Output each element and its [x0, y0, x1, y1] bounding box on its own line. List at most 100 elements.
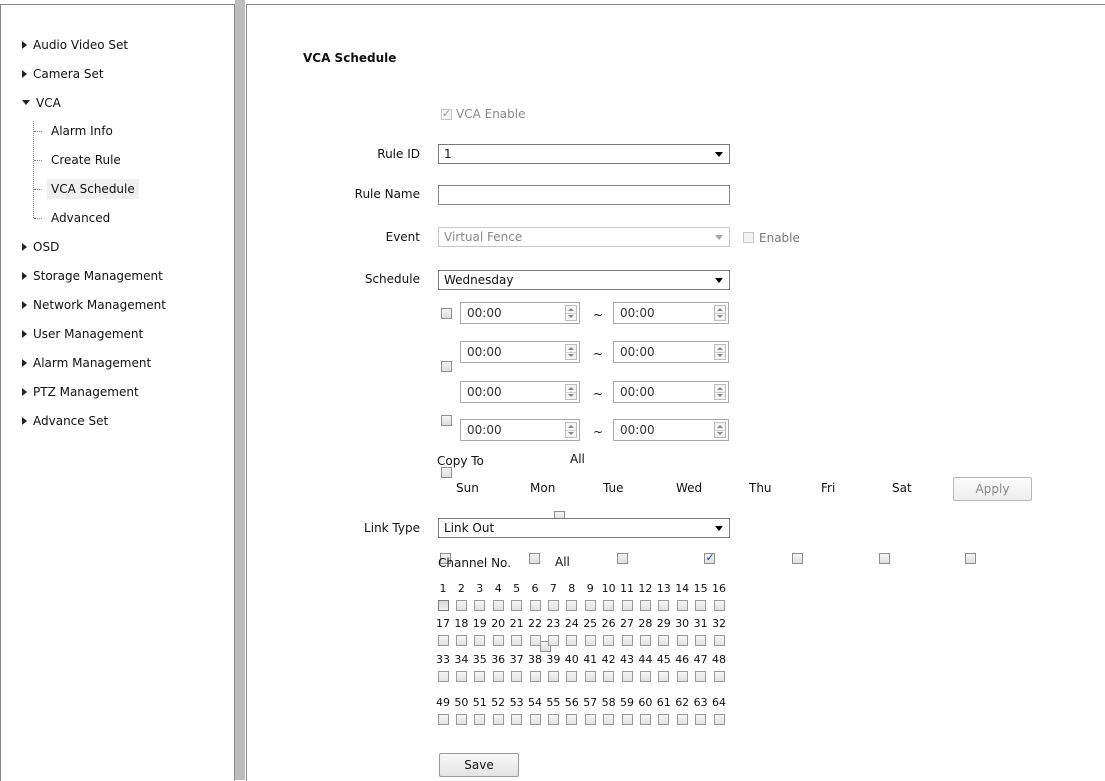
channel-checkbox[interactable] [511, 714, 523, 725]
channel-checkbox[interactable] [437, 635, 449, 646]
channel-checkbox[interactable] [713, 671, 725, 682]
tree-item-user-management[interactable]: User Management [22, 324, 143, 344]
channel-checkbox[interactable] [713, 635, 725, 646]
tree-item-storage-management[interactable]: Storage Management [22, 266, 163, 286]
period-checkbox[interactable] [441, 361, 452, 372]
channel-checkbox[interactable] [695, 600, 707, 611]
expand-arrow-icon[interactable] [22, 40, 27, 49]
end-time-input[interactable]: 00:00 [613, 419, 729, 441]
channel-checkbox[interactable] [511, 671, 523, 682]
day-checkbox-thu[interactable] [792, 553, 804, 564]
end-time-input[interactable]: 00:00 [613, 341, 729, 363]
event-select[interactable]: Virtual Fence [438, 227, 730, 247]
channel-checkbox[interactable] [639, 714, 651, 725]
channel-checkbox[interactable] [713, 714, 725, 725]
channel-checkbox[interactable] [639, 600, 651, 611]
checkbox-box[interactable] [441, 107, 452, 120]
start-time-input[interactable]: 00:00 [460, 381, 580, 403]
period-checkbox[interactable] [441, 308, 452, 319]
end-time-input[interactable]: 00:00 [613, 381, 729, 403]
channel-checkbox[interactable] [658, 714, 670, 725]
channel-checkbox[interactable] [455, 600, 467, 611]
channel-checkbox[interactable] [695, 714, 707, 725]
channel-checkbox[interactable] [547, 635, 559, 646]
channel-checkbox[interactable] [474, 714, 486, 725]
channel-checkbox[interactable] [529, 671, 541, 682]
expand-arrow-icon[interactable] [22, 300, 27, 309]
expand-arrow-icon[interactable] [22, 416, 27, 425]
channel-checkbox[interactable] [621, 600, 633, 611]
expand-arrow-icon[interactable] [22, 69, 27, 78]
channel-checkbox[interactable] [639, 671, 651, 682]
day-checkbox-fri[interactable] [879, 553, 891, 564]
spinner-arrows-icon[interactable] [565, 384, 577, 400]
checkbox-box[interactable] [743, 232, 754, 243]
channel-checkbox[interactable] [621, 714, 633, 725]
channel-checkbox[interactable] [584, 714, 596, 725]
tree-item-advance-set[interactable]: Advance Set [22, 411, 108, 431]
channel-checkbox[interactable] [511, 635, 523, 646]
spinner-arrows-icon[interactable] [714, 305, 726, 321]
rule-id-select[interactable]: 1 [438, 144, 730, 164]
channel-checkbox[interactable] [621, 635, 633, 646]
expand-arrow-icon[interactable] [22, 358, 27, 367]
channel-checkbox[interactable] [437, 714, 449, 725]
channel-checkbox[interactable] [511, 600, 523, 611]
schedule-select[interactable]: Wednesday [438, 270, 730, 290]
channel-checkbox[interactable] [474, 671, 486, 682]
spinner-arrows-icon[interactable] [714, 384, 726, 400]
channel-checkbox[interactable] [437, 600, 449, 611]
tree-item-network-management[interactable]: Network Management [22, 295, 166, 315]
expand-arrow-icon[interactable] [22, 271, 27, 280]
save-button[interactable]: Save [439, 753, 519, 777]
channel-checkbox[interactable] [658, 635, 670, 646]
spinner-arrows-icon[interactable] [714, 344, 726, 360]
tree-item-vca[interactable]: VCA [22, 93, 61, 113]
spinner-arrows-icon[interactable] [714, 422, 726, 438]
tree-item-advanced[interactable]: Advanced [47, 208, 114, 228]
channel-checkbox[interactable] [492, 600, 504, 611]
tree-item-camera-set[interactable]: Camera Set [22, 64, 104, 84]
end-time-input[interactable]: 00:00 [613, 302, 729, 324]
period-checkbox[interactable] [441, 415, 452, 426]
panel-splitter[interactable] [235, 0, 245, 780]
channel-checkbox[interactable] [676, 600, 688, 611]
tree-item-audio-video-set[interactable]: Audio Video Set [22, 35, 128, 55]
channel-checkbox[interactable] [474, 635, 486, 646]
start-time-input[interactable]: 00:00 [460, 302, 580, 324]
channel-checkbox[interactable] [455, 635, 467, 646]
channel-checkbox[interactable] [584, 600, 596, 611]
channel-checkbox[interactable] [492, 671, 504, 682]
channel-checkbox[interactable] [676, 671, 688, 682]
channel-checkbox[interactable] [566, 635, 578, 646]
day-checkbox-wed[interactable] [704, 551, 716, 564]
tree-item-ptz-management[interactable]: PTZ Management [22, 382, 139, 402]
day-checkbox-sat[interactable] [964, 553, 976, 564]
channel-checkbox[interactable] [603, 635, 615, 646]
channel-checkbox[interactable] [455, 714, 467, 725]
channel-checkbox[interactable] [676, 714, 688, 725]
channel-checkbox[interactable] [437, 671, 449, 682]
channel-checkbox[interactable] [658, 600, 670, 611]
period-checkbox[interactable] [441, 467, 452, 478]
spinner-arrows-icon[interactable] [565, 422, 577, 438]
channel-checkbox[interactable] [584, 671, 596, 682]
vca-enable-checkbox[interactable] [441, 107, 452, 123]
start-time-input[interactable]: 00:00 [460, 341, 580, 363]
channel-checkbox[interactable] [529, 714, 541, 725]
channel-checkbox[interactable] [695, 635, 707, 646]
expand-arrow-icon[interactable] [22, 242, 27, 251]
channel-checkbox[interactable] [566, 600, 578, 611]
channel-checkbox[interactable] [492, 714, 504, 725]
channel-checkbox[interactable] [621, 671, 633, 682]
spinner-arrows-icon[interactable] [565, 305, 577, 321]
tree-item-alarm-info[interactable]: Alarm Info [47, 121, 117, 141]
channel-checkbox[interactable] [529, 600, 541, 611]
day-checkbox-mon[interactable] [528, 553, 540, 564]
channel-checkbox[interactable] [584, 635, 596, 646]
channel-checkbox[interactable] [713, 600, 725, 611]
channel-checkbox[interactable] [566, 714, 578, 725]
channel-checkbox[interactable] [603, 671, 615, 682]
expand-arrow-icon[interactable] [22, 329, 27, 338]
link-type-select[interactable]: Link Out [438, 518, 730, 538]
